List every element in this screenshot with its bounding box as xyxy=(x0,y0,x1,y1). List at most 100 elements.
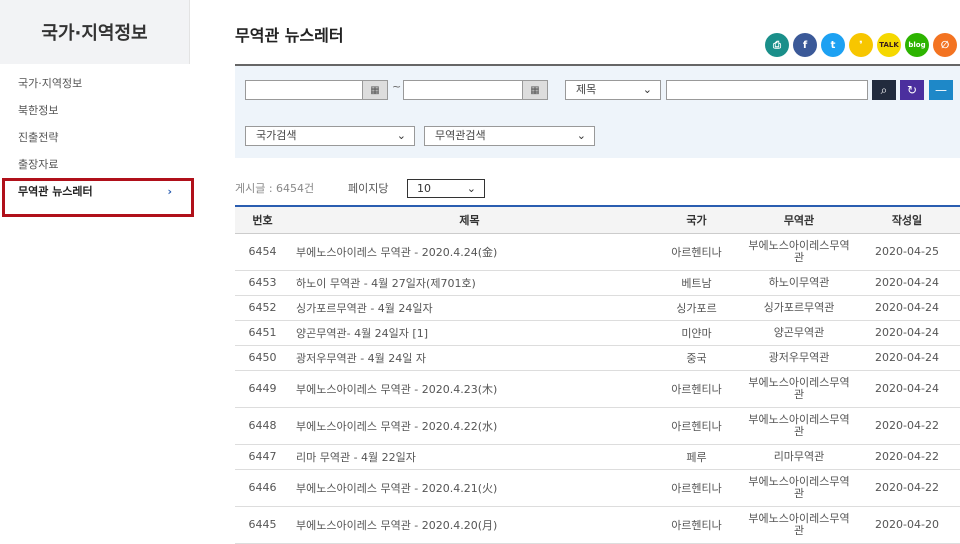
row-date: 2020-04-22 xyxy=(854,444,960,470)
chevron-down-icon: ⌄ xyxy=(576,129,586,142)
row-title-link[interactable]: 하노이 무역관 - 4월 27일자(제701호) xyxy=(290,270,649,296)
table-row[interactable]: 6445 부에노스아이레스 무역관 - 2020.4.20(月) 아르헨티나 부에노스… xyxy=(235,506,960,544)
row-title-link[interactable]: 부에노스아이레스 무역관 - 2020.4.22(水) xyxy=(290,407,649,445)
row-title-link[interactable]: 부에노스아이레스 무역관 - 2020.4.21(火) xyxy=(290,469,649,507)
row-number: 6446 xyxy=(235,469,290,507)
page-title: 무역관 뉴스레터 xyxy=(235,26,344,45)
row-country: 싱가포르 xyxy=(649,295,744,321)
sidebar-item-north-korea[interactable]: 북한정보 xyxy=(0,97,190,124)
office-select-value: 무역관검색 xyxy=(435,129,486,142)
country-select-value: 국가검색 xyxy=(256,129,297,142)
table-row[interactable]: 6449 부에노스아이레스 무역관 - 2020.4.23(木) 아르헨티나 부에노스… xyxy=(235,370,960,408)
reset-button[interactable]: ↻ xyxy=(900,80,924,100)
table-row[interactable]: 6452 싱가포르무역관 - 4월 24일자 싱가포르 싱가포르무역관 2020-04-… xyxy=(235,295,960,321)
row-office: 부에노스아이레스무역관 xyxy=(744,407,854,445)
column-header: 제목 xyxy=(290,206,649,234)
row-country: 아르헨티나 xyxy=(649,506,744,544)
row-country: 아르헨티나 xyxy=(649,407,744,445)
row-country: 베트남 xyxy=(649,270,744,296)
kakaotalk-icon[interactable]: TALK xyxy=(877,33,901,57)
table-row[interactable]: 6450 광저우무역관 - 4월 24일 자 중국 광저우무역관 2020-04-24 xyxy=(235,345,960,371)
sidebar: 국가·지역정보 국가·지역정보 북한정보 진출전략 출장자료 무역관 뉴스레터 … xyxy=(0,0,190,540)
newsletter-table: 번호 제목 국가 무역관 작성일 6454 부에노스아이레스 무역관 - 2020… xyxy=(235,205,960,544)
row-number: 6449 xyxy=(235,370,290,408)
row-office: 싱가포르무역관 xyxy=(744,295,854,321)
row-title-link[interactable]: 싱가포르무역관 - 4월 24일자 xyxy=(290,295,649,321)
row-title-link[interactable]: 부에노스아이레스 무역관 - 2020.4.24(金) xyxy=(290,233,649,271)
per-page-value: 10 xyxy=(417,182,431,195)
row-number: 6448 xyxy=(235,407,290,445)
row-date: 2020-04-24 xyxy=(854,320,960,346)
sidebar-item-trip-docs[interactable]: 출장자료 xyxy=(0,151,190,178)
table-row[interactable]: 6447 리마 무역관 - 4월 22일자 페루 리마무역관 2020-04-22 xyxy=(235,444,960,470)
table-row[interactable]: 6453 하노이 무역관 - 4월 27일자(제701호) 베트남 하노이무역관 202… xyxy=(235,270,960,296)
end-date-input[interactable] xyxy=(403,80,523,100)
table-row[interactable]: 6448 부에노스아이레스 무역관 - 2020.4.22(水) 아르헨티나 부에노스… xyxy=(235,407,960,445)
collapse-button[interactable]: — xyxy=(929,80,953,100)
search-input[interactable] xyxy=(666,80,868,100)
office-select[interactable]: 무역관검색 ⌄ xyxy=(424,126,595,146)
search-button[interactable]: ⌕ xyxy=(872,80,896,100)
chevron-down-icon: ⌄ xyxy=(466,182,476,195)
facebook-icon[interactable]: f xyxy=(793,33,817,57)
row-date: 2020-04-24 xyxy=(854,370,960,408)
total-count: 게시글 : 6454건 xyxy=(235,182,315,195)
row-date: 2020-04-22 xyxy=(854,407,960,445)
row-number: 6445 xyxy=(235,506,290,544)
row-office: 부에노스아이레스무역관 xyxy=(744,506,854,544)
row-number: 6447 xyxy=(235,444,290,470)
search-field-select[interactable]: 제목 ⌄ xyxy=(565,80,661,100)
row-office: 부에노스아이레스무역관 xyxy=(744,233,854,271)
per-page-select[interactable]: 10 ⌄ xyxy=(407,179,485,198)
blog-icon[interactable]: ∅ xyxy=(933,33,957,57)
row-title-link[interactable]: 부에노스아이레스 무역관 - 2020.4.20(月) xyxy=(290,506,649,544)
row-country: 미얀마 xyxy=(649,320,744,346)
table-row[interactable]: 6451 양곤무역관- 4월 24일자 [1] 미얀마 양곤무역관 2020-04-24 xyxy=(235,320,960,346)
row-country: 중국 xyxy=(649,345,744,371)
row-title-link[interactable]: 리마 무역관 - 4월 22일자 xyxy=(290,444,649,470)
row-number: 6453 xyxy=(235,270,290,296)
highlight-box xyxy=(2,178,194,217)
sidebar-item-country-info[interactable]: 국가·지역정보 xyxy=(0,70,190,97)
print-icon[interactable]: ⎙ xyxy=(765,33,789,57)
sidebar-item-strategy[interactable]: 진출전략 xyxy=(0,124,190,151)
row-title-link[interactable]: 양곤무역관- 4월 24일자 [1] xyxy=(290,320,649,346)
row-date: 2020-04-24 xyxy=(854,345,960,371)
country-select[interactable]: 국가검색 ⌄ xyxy=(245,126,415,146)
chevron-down-icon: ⌄ xyxy=(642,83,652,96)
share-bar: ⎙ f t ❜ TALK blog ∅ xyxy=(765,33,957,57)
search-panel: ▦ ~ ▦ 제목 ⌄ ⌕ ↻ — 국가검색 ⌄ 무역관검색 ⌄ xyxy=(235,64,960,158)
row-date: 2020-04-25 xyxy=(854,233,960,271)
search-field-value: 제목 xyxy=(576,83,597,96)
calendar-icon[interactable]: ▦ xyxy=(522,80,548,100)
sidebar-title: 국가·지역정보 xyxy=(0,0,190,64)
per-page-label: 페이지당 xyxy=(348,182,389,195)
row-date: 2020-04-24 xyxy=(854,295,960,321)
row-title-link[interactable]: 광저우무역관 - 4월 24일 자 xyxy=(290,345,649,371)
row-number: 6450 xyxy=(235,345,290,371)
row-office: 하노이무역관 xyxy=(744,270,854,296)
start-date-input[interactable] xyxy=(245,80,363,100)
band-icon[interactable]: blog xyxy=(905,33,929,57)
chevron-down-icon: ⌄ xyxy=(396,129,406,142)
column-header: 국가 xyxy=(649,206,744,234)
row-country: 아르헨티나 xyxy=(649,469,744,507)
row-office: 리마무역관 xyxy=(744,444,854,470)
row-number: 6454 xyxy=(235,233,290,271)
row-title-link[interactable]: 부에노스아이레스 무역관 - 2020.4.23(木) xyxy=(290,370,649,408)
row-country: 아르헨티나 xyxy=(649,233,744,271)
row-number: 6452 xyxy=(235,295,290,321)
row-date: 2020-04-22 xyxy=(854,469,960,507)
row-number: 6451 xyxy=(235,320,290,346)
table-row[interactable]: 6446 부에노스아이레스 무역관 - 2020.4.21(火) 아르헨티나 부에노스… xyxy=(235,469,960,507)
date-separator: ~ xyxy=(392,80,402,93)
row-date: 2020-04-24 xyxy=(854,270,960,296)
row-country: 페루 xyxy=(649,444,744,470)
table-row[interactable]: 6454 부에노스아이레스 무역관 - 2020.4.24(金) 아르헨티나 부에노스… xyxy=(235,233,960,271)
calendar-icon[interactable]: ▦ xyxy=(362,80,388,100)
twitter-icon[interactable]: t xyxy=(821,33,845,57)
kakaostory-icon[interactable]: ❜ xyxy=(849,33,873,57)
column-header: 번호 xyxy=(235,206,290,234)
row-office: 광저우무역관 xyxy=(744,345,854,371)
row-country: 아르헨티나 xyxy=(649,370,744,408)
